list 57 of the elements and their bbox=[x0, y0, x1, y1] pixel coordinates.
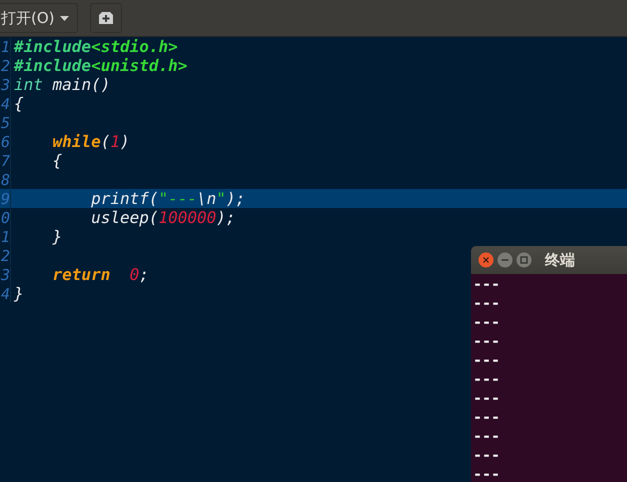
terminal-output-line: --- bbox=[473, 370, 502, 389]
code-text: { bbox=[52, 151, 62, 170]
close-icon[interactable] bbox=[478, 252, 494, 268]
code-text: ); bbox=[226, 189, 246, 208]
caret-icon bbox=[60, 16, 69, 20]
line-number: 1 bbox=[0, 228, 11, 246]
line-number: 3 bbox=[0, 76, 11, 94]
line-number: 0 bbox=[0, 208, 11, 226]
preprocessor-directive: #include bbox=[14, 37, 92, 56]
code-text: } bbox=[14, 284, 24, 303]
line-number: 2 bbox=[0, 246, 11, 264]
maximize-icon[interactable] bbox=[516, 252, 532, 268]
open-button[interactable]: 打开(O) bbox=[0, 3, 78, 33]
code-text: ) bbox=[120, 132, 130, 151]
line-number: 7 bbox=[0, 152, 11, 170]
terminal-output-line: --- bbox=[473, 408, 502, 427]
type-keyword: int bbox=[14, 75, 43, 94]
terminal-output-line: --- bbox=[473, 275, 502, 294]
number-literal: 1 bbox=[110, 132, 120, 151]
terminal-output-line: --- bbox=[473, 351, 502, 370]
code-text: ( bbox=[100, 132, 110, 151]
window-title: 终端 bbox=[545, 250, 575, 270]
terminal-output-line: --- bbox=[473, 465, 502, 482]
header-name: <stdio.h> bbox=[91, 37, 178, 56]
code-text: main() bbox=[52, 75, 110, 94]
header-name: <unistd.h> bbox=[91, 56, 188, 75]
preprocessor-directive: #include bbox=[14, 56, 92, 75]
code-text: } bbox=[52, 227, 62, 246]
line-number: 5 bbox=[0, 114, 11, 132]
code-text: ; bbox=[139, 265, 149, 284]
line-number: 2 bbox=[0, 56, 11, 74]
number-literal: 0 bbox=[128, 265, 140, 284]
terminal-output-line: --- bbox=[473, 389, 502, 408]
keyword: while bbox=[52, 132, 101, 151]
new-tab-button[interactable] bbox=[90, 3, 122, 33]
minimize-icon[interactable] bbox=[497, 252, 513, 268]
plus-tab-icon bbox=[98, 12, 113, 24]
terminal-output-line: --- bbox=[473, 332, 502, 351]
terminal-output-line: --- bbox=[473, 446, 502, 465]
code-text: printf( bbox=[90, 189, 158, 208]
string-literal: " bbox=[216, 189, 226, 208]
line-number: 3 bbox=[0, 266, 11, 284]
line-number: 4 bbox=[0, 94, 11, 112]
line-number: 4 bbox=[0, 284, 11, 302]
number-literal: 100000 bbox=[158, 208, 216, 227]
line-number: 6 bbox=[0, 132, 11, 150]
code-text: { bbox=[14, 94, 24, 113]
keyword: return bbox=[52, 265, 110, 284]
string-literal: "--- bbox=[158, 189, 198, 208]
line-number: 9 bbox=[0, 190, 11, 208]
code-text: ); bbox=[216, 208, 236, 227]
terminal-output-line: --- bbox=[473, 294, 502, 313]
line-number: 1 bbox=[0, 38, 11, 56]
terminal-output-line: --- bbox=[473, 313, 502, 332]
code-text: \n bbox=[197, 189, 216, 208]
terminal-output-line: --- bbox=[473, 427, 502, 446]
code-text: usleep( bbox=[90, 208, 158, 227]
